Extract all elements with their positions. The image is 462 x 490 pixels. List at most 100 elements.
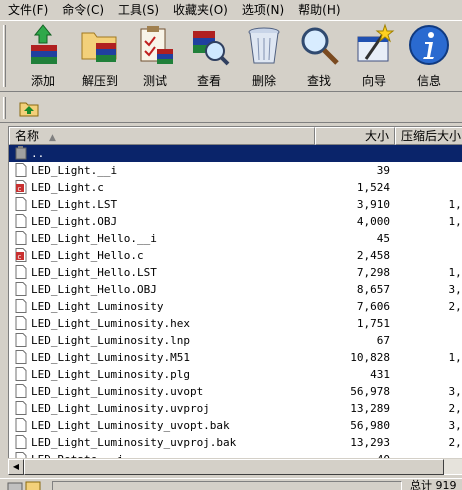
file-icon [15,418,27,432]
file-icon [15,163,27,177]
file-size: 13,293 [350,436,390,449]
add-button[interactable]: 添加 [16,23,70,91]
c-source-file-icon: c [15,180,27,194]
file-row[interactable]: LED_Light_Luminosity.uvproj 13,289 2,82 [9,400,462,417]
scroll-thumb[interactable] [24,459,444,475]
file-size: 3,910 [356,198,390,211]
delete-button[interactable]: 删除 [237,23,291,91]
menu-command[interactable]: 命令(C) [54,0,110,20]
column-header-size[interactable]: 大小 [315,127,395,145]
test-label: 测试 [142,74,167,88]
find-label: 查找 [306,74,331,88]
address-bar [0,93,462,123]
column-name-label: 名称 [15,129,40,143]
file-row[interactable]: LED_Light.OBJ 4,000 1,73 [9,213,462,230]
menu-file[interactable]: 文件(F) [0,0,54,20]
file-size: 1,751 [356,317,390,330]
file-row[interactable]: LED_Light_Luminosity 7,606 2,92 [9,298,462,315]
up-folder-button[interactable] [18,98,40,118]
test-button[interactable]: 测试 [128,23,182,91]
sort-ascending-icon: ▲ [49,133,56,143]
address-bar-grip[interactable] [3,97,6,119]
status-bar: 总计 919 [0,478,462,490]
extract-to-button[interactable]: 解压到 [73,23,127,91]
info-button[interactable]: 信息 [402,23,456,91]
file-icon [15,401,27,415]
file-packed-size: 3,47 [448,419,462,432]
file-name: LED_Light_Luminosity_uvproj.bak [31,436,237,449]
menu-tools[interactable]: 工具(S) [110,0,165,20]
file-icon [15,197,27,211]
status-total-text: 总计 919 [410,479,457,490]
toolbar: 添加 解压到 测试 查看 删除 查找 向导 信息 [0,20,462,92]
file-row[interactable]: LED_Light_Luminosity.lnp 67 6 [9,332,462,349]
file-size: 10,828 [350,351,390,364]
parent-folder-label: .. [31,147,45,160]
menu-options[interactable]: 选项(N) [234,0,290,20]
menu-help[interactable]: 帮助(H) [290,0,346,20]
file-name: LED_Light_Hello.OBJ [31,283,157,296]
file-name: LED_Light_Hello.LST [31,266,157,279]
file-icon [15,333,27,347]
file-icon [15,350,27,364]
file-packed-size: 79 [395,247,462,264]
file-packed-size: 2,82 [448,402,462,415]
file-row[interactable]: LED_Light_Luminosity.uvopt 56,978 3,46 [9,383,462,400]
view-button[interactable]: 查看 [182,23,236,91]
status-panel [52,481,402,490]
menu-bar: 文件(F) 命令(C) 工具(S) 收藏夹(O) 选项(N) 帮助(H) [0,0,462,20]
file-name: LED_Light_Luminosity [31,300,164,313]
info-icon [409,25,449,65]
file-row[interactable]: c LED_Light.c 1,524 54 [9,179,462,196]
file-size: 8,657 [356,283,390,296]
file-row[interactable]: LED_Light_Hello.LST 7,298 1,62 [9,264,462,281]
file-size: 56,978 [350,385,390,398]
file-packed-size: 6 [395,332,462,349]
svg-text:c: c [18,253,22,261]
file-icon [15,367,27,381]
file-packed-size: 4 [395,230,462,247]
test-clipboard-icon [140,26,173,64]
file-packed-size: 80 [395,315,462,332]
file-row[interactable]: c LED_Light_Hello.c 2,458 79 [9,247,462,264]
file-row[interactable]: LED_Light_Hello.OBJ 8,657 3,16 [9,281,462,298]
file-name: LED_Light_Luminosity_uvopt.bak [31,419,230,432]
file-size: 56,980 [350,419,390,432]
file-size: 7,606 [356,300,390,313]
file-size: 39 [376,164,390,177]
file-row[interactable]: LED_Light_Luminosity.hex 1,751 80 [9,315,462,332]
file-size: 67 [376,334,390,347]
file-row[interactable]: LED_Light_Hello.__i 45 4 [9,230,462,247]
file-name: LED_Light_Hello.c [31,249,144,262]
file-rows: .. LED_Light.__i393cLED_Light.c1,52454LE… [9,145,462,468]
file-icon [15,265,27,279]
file-size: 2,458 [356,249,390,262]
file-packed-size: 1,08 [448,198,462,211]
file-name: LED_Light_Luminosity.hex [31,317,190,330]
find-button[interactable]: 查找 [292,23,346,91]
file-name: LED_Light_Luminosity.uvopt [31,385,204,398]
column-header-packed[interactable]: 压缩后大小 [395,127,462,145]
horizontal-scrollbar[interactable]: ◀ [8,458,462,475]
file-packed-size: 54 [395,179,462,196]
file-size: 45 [376,232,390,245]
file-name: LED_Light_Luminosity.M51 [31,351,190,364]
file-row[interactable]: LED_Light_Luminosity.plg 431 32 [9,366,462,383]
parent-folder-row[interactable]: .. [9,145,462,162]
scroll-left-button[interactable]: ◀ [8,459,24,475]
menu-favorites[interactable]: 收藏夹(O) [165,0,234,20]
file-row[interactable]: LED_Light_Luminosity_uvproj.bak 13,293 2,8… [9,434,462,451]
file-packed-size: 3,16 [448,283,462,296]
file-row[interactable]: LED_Light.__i 39 3 [9,162,462,179]
file-row[interactable]: LED_Light_Luminosity.M51 10,828 1,78 [9,349,462,366]
toolbar-grip[interactable] [3,25,6,87]
wizard-button[interactable]: 向导 [347,23,401,91]
file-name: LED_Light_Luminosity.uvproj [31,402,210,415]
extract-folder-icon [81,32,117,62]
file-row[interactable]: LED_Light.LST 3,910 1,08 [9,196,462,213]
column-header-name[interactable]: 名称 ▲ [9,127,315,145]
file-name: LED_Light.LST [31,198,118,211]
file-name: LED_Light.OBJ [31,215,118,228]
file-icon [15,214,27,228]
file-row[interactable]: LED_Light_Luminosity_uvopt.bak 56,980 3,47 [9,417,462,434]
